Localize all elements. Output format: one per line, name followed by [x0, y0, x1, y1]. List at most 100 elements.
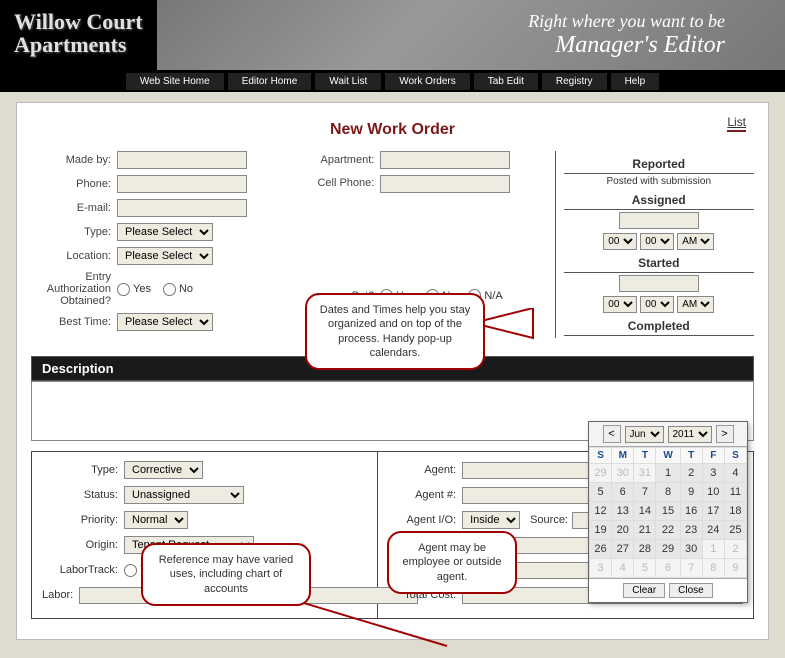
cell-phone-input[interactable] [380, 175, 510, 193]
source-label: Source: [530, 514, 568, 526]
calendar-day[interactable]: 7 [680, 559, 702, 578]
best-time-select[interactable]: Please Select [117, 313, 213, 331]
main-nav: Web Site Home Editor Home Wait List Work… [0, 70, 785, 92]
apartment-label: Apartment: [270, 154, 380, 166]
entry-auth-no[interactable]: No [163, 283, 193, 296]
detail-type-select[interactable]: Corrective [124, 461, 203, 479]
calendar-day[interactable]: 8 [702, 559, 724, 578]
calendar-day[interactable]: 12 [590, 502, 612, 521]
entry-auth-no-radio[interactable] [163, 283, 176, 296]
agent-io-select[interactable]: Inside [462, 511, 520, 529]
calendar-day[interactable]: 17 [702, 502, 724, 521]
calendar-dow: W [656, 448, 680, 464]
calendar-day[interactable]: 30 [612, 464, 634, 483]
calendar-next-button[interactable]: > [716, 425, 734, 443]
calendar-day[interactable]: 22 [656, 521, 680, 540]
calendar-day[interactable]: 26 [590, 540, 612, 559]
calendar-day[interactable]: 9 [724, 559, 746, 578]
calendar-day[interactable]: 2 [680, 464, 702, 483]
calendar-day[interactable]: 21 [634, 521, 656, 540]
calendar-day[interactable]: 6 [612, 483, 634, 502]
form-col-left: Made by: Phone: E-mail: Type:Please Sele… [31, 151, 270, 338]
calendar-day[interactable]: 10 [702, 483, 724, 502]
calendar-day[interactable]: 19 [590, 521, 612, 540]
assigned-ampm-select[interactable]: AM [677, 233, 714, 250]
calendar-day[interactable]: 30 [680, 540, 702, 559]
nav-editor-home[interactable]: Editor Home [228, 73, 312, 90]
calendar-close-button[interactable]: Close [669, 583, 713, 598]
started-heading: Started [564, 256, 754, 273]
nav-registry[interactable]: Registry [542, 73, 607, 90]
calendar-day[interactable]: 1 [702, 540, 724, 559]
made-by-input[interactable] [117, 151, 247, 169]
calendar-day[interactable]: 14 [634, 502, 656, 521]
callout-dates: Dates and Times help you stay organized … [305, 293, 485, 370]
nav-tab-edit[interactable]: Tab Edit [474, 73, 538, 90]
calendar-day[interactable]: 6 [656, 559, 680, 578]
calendar-day[interactable]: 4 [724, 464, 746, 483]
calendar-day[interactable]: 3 [590, 559, 612, 578]
assigned-date-input[interactable] [619, 212, 699, 229]
phone-input[interactable] [117, 175, 247, 193]
list-link[interactable]: List [727, 115, 746, 132]
started-hour-select[interactable]: 00 [603, 296, 637, 313]
calendar-prev-button[interactable]: < [603, 425, 621, 443]
calendar-day[interactable]: 16 [680, 502, 702, 521]
location-select[interactable]: Please Select [117, 247, 213, 265]
page-title: New Work Order [31, 121, 754, 139]
agent-io-label: Agent I/O: [388, 514, 462, 526]
calendar-day[interactable]: 7 [634, 483, 656, 502]
calendar-day[interactable]: 4 [612, 559, 634, 578]
calendar-day[interactable]: 29 [590, 464, 612, 483]
started-min-select[interactable]: 00 [640, 296, 674, 313]
calendar-day[interactable]: 13 [612, 502, 634, 521]
assigned-hour-select[interactable]: 00 [603, 233, 637, 250]
entry-auth-yes-radio[interactable] [117, 283, 130, 296]
calendar-day[interactable]: 1 [656, 464, 680, 483]
entry-auth-radio-group: Yes No [117, 283, 193, 296]
calendar-popup: < Jun 2011 > SMTWTFS 2930311234567891011… [588, 421, 748, 603]
calendar-day[interactable]: 3 [702, 464, 724, 483]
calendar-day[interactable]: 9 [680, 483, 702, 502]
nav-work-orders[interactable]: Work Orders [385, 73, 470, 90]
calendar-day[interactable]: 25 [724, 521, 746, 540]
calendar-day[interactable]: 18 [724, 502, 746, 521]
calendar-year-select[interactable]: 2011 [668, 426, 712, 443]
calendar-day[interactable]: 15 [656, 502, 680, 521]
calendar-day[interactable]: 11 [724, 483, 746, 502]
entry-auth-yes[interactable]: Yes [117, 283, 151, 296]
calendar-day[interactable]: 20 [612, 521, 634, 540]
priority-select[interactable]: Normal [124, 511, 188, 529]
calendar-day[interactable]: 24 [702, 521, 724, 540]
page-body: List New Work Order Made by: Phone: E-ma… [16, 102, 769, 640]
nav-help[interactable]: Help [611, 73, 660, 90]
calendar-day[interactable]: 5 [634, 559, 656, 578]
completed-heading: Completed [564, 319, 754, 336]
brand-line2: Apartments [14, 33, 143, 56]
email-input[interactable] [117, 199, 247, 217]
calendar-day[interactable]: 31 [634, 464, 656, 483]
apartment-input[interactable] [380, 151, 510, 169]
app-banner: Willow Court Apartments Right where you … [0, 0, 785, 70]
started-date-input[interactable] [619, 275, 699, 292]
entry-auth-label: Entry Authorization Obtained? [31, 271, 117, 307]
calendar-day[interactable]: 8 [656, 483, 680, 502]
assigned-heading: Assigned [564, 193, 754, 210]
calendar-day[interactable]: 28 [634, 540, 656, 559]
started-ampm-select[interactable]: AM [677, 296, 714, 313]
calendar-day[interactable]: 5 [590, 483, 612, 502]
calendar-month-select[interactable]: Jun [625, 426, 664, 443]
type-select[interactable]: Please Select [117, 223, 213, 241]
calendar-day[interactable]: 23 [680, 521, 702, 540]
calendar-day[interactable]: 2 [724, 540, 746, 559]
status-select[interactable]: Unassigned [124, 486, 244, 504]
labortrack-yes-radio[interactable] [124, 564, 137, 577]
calendar-clear-button[interactable]: Clear [623, 583, 665, 598]
calendar-day[interactable]: 29 [656, 540, 680, 559]
callout-reference: Reference may have varied uses, includin… [141, 543, 311, 606]
calendar-grid: SMTWTFS 29303112345678910111213141516171… [589, 447, 747, 578]
nav-wait-list[interactable]: Wait List [315, 73, 381, 90]
nav-web-site-home[interactable]: Web Site Home [126, 73, 224, 90]
calendar-day[interactable]: 27 [612, 540, 634, 559]
assigned-min-select[interactable]: 00 [640, 233, 674, 250]
